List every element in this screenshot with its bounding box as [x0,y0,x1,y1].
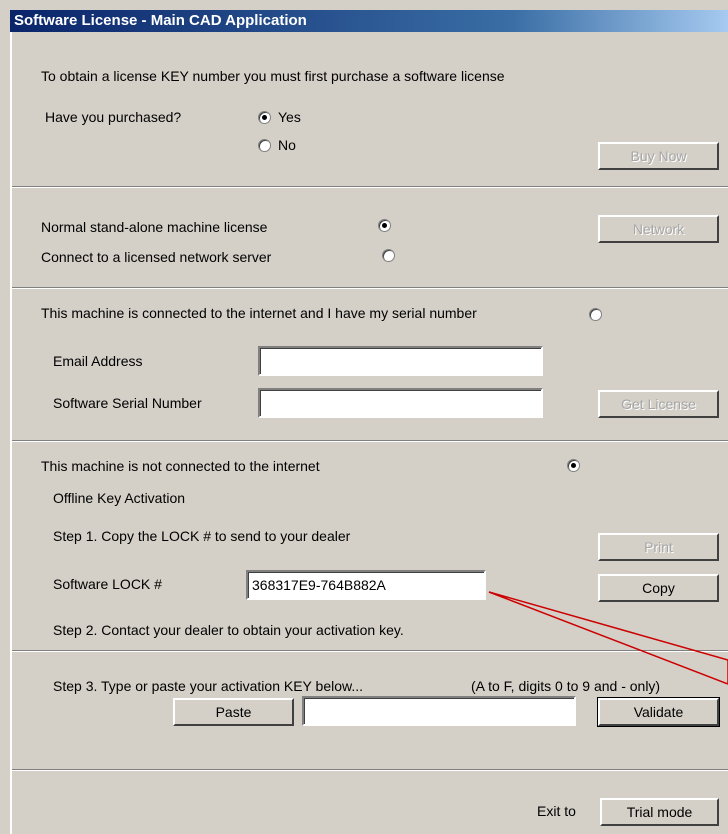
copy-button[interactable]: Copy [598,574,719,602]
get-license-button[interactable]: Get License [598,390,719,418]
buy-now-button[interactable]: Buy Now [598,142,719,170]
section-divider [12,769,728,771]
purchased-yes-label[interactable]: Yes [278,109,301,125]
purchased-no-radio[interactable] [258,139,271,152]
network-server-label[interactable]: Connect to a licensed network server [41,249,271,265]
online-license-radio[interactable] [589,308,602,321]
step2-text: Step 2. Contact your dealer to obtain yo… [53,622,404,638]
standalone-license-label[interactable]: Normal stand-alone machine license [41,219,267,235]
section-divider [12,287,728,289]
section-divider [12,650,728,652]
online-license-label[interactable]: This machine is connected to the interne… [41,305,477,321]
network-server-radio[interactable] [382,249,395,262]
lock-number-field[interactable]: 368317E9-764B882A [246,570,486,600]
email-label: Email Address [53,353,143,369]
step3-text: Step 3. Type or paste your activation KE… [53,678,364,694]
title-bar: Software License - Main CAD Application [10,10,728,32]
email-field[interactable] [258,346,543,376]
exit-to-label: Exit to [537,803,576,819]
offline-license-radio[interactable] [567,459,580,472]
step1-text: Step 1. Copy the LOCK # to send to your … [53,528,351,544]
validate-button[interactable]: Validate [597,697,720,727]
offline-activation-heading: Offline Key Activation [53,490,186,506]
purchased-yes-radio[interactable] [258,111,271,124]
window-title: Software License - Main CAD Application [14,12,307,29]
serial-number-field[interactable] [258,388,543,418]
activation-key-field[interactable] [302,696,576,726]
network-button[interactable]: Network [598,215,719,243]
purchased-no-label[interactable]: No [278,137,296,153]
lock-number-label: Software LOCK # [53,576,162,592]
section-divider [12,186,728,188]
purchase-intro-text: To obtain a license KEY number you must … [41,68,505,84]
trial-mode-button[interactable]: Trial mode [600,798,719,826]
serial-number-label: Software Serial Number [53,395,202,411]
print-button[interactable]: Print [598,533,719,561]
key-format-hint: (A to F, digits 0 to 9 and - only) [471,678,661,694]
section-divider [12,440,728,442]
paste-button[interactable]: Paste [173,698,294,726]
standalone-license-radio[interactable] [378,219,391,232]
offline-license-label[interactable]: This machine is not connected to the int… [41,458,320,474]
purchased-question: Have you purchased? [45,109,182,125]
